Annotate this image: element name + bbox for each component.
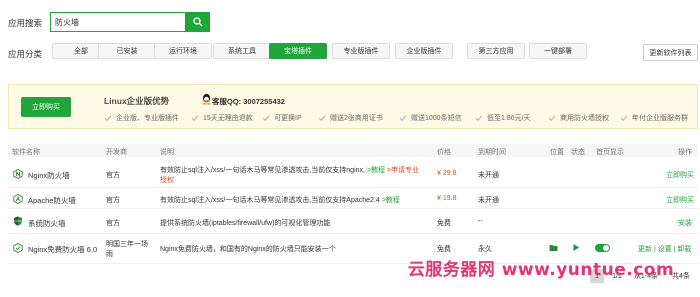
- feature-item: 年付企业版服务群: [620, 113, 688, 123]
- check-icon: [475, 115, 483, 121]
- folder-icon[interactable]: [549, 243, 558, 252]
- column-header-homepage: 首页显示: [596, 149, 624, 156]
- category-third-party[interactable]: 第三方应用: [467, 43, 525, 59]
- check-icon: [104, 115, 112, 121]
- plugin-description: 有效防止sql注入/xss/一句话木马等常见渗透攻击,当前仅支持Apache2.…: [160, 195, 400, 205]
- search-label: 应用搜索: [8, 18, 43, 28]
- tutorial-link[interactable]: >教程: [367, 167, 385, 174]
- feature-label: 低至1.86元/天: [487, 115, 531, 122]
- plugin-name: Apache防火墙: [28, 196, 76, 205]
- check-icon: [399, 115, 407, 121]
- plugin-developer-continued: 雨: [106, 251, 113, 258]
- description-text: 有效防止sql注入/xss/一句话木马等常见渗透攻击,当前仅支持Apache2.…: [160, 197, 380, 204]
- description-text: 有效防止sql注入/xss/一句话木马等常见渗透攻击,当前仅支持nginx,: [160, 167, 365, 174]
- category-one-click-deploy[interactable]: 一键部署: [529, 43, 587, 59]
- feature-label: 可更换IP: [274, 115, 302, 122]
- plugin-developer: 官方: [106, 197, 120, 204]
- search-icon: [193, 17, 203, 27]
- plugin-name: 系统防火墙: [28, 219, 66, 228]
- watermark-text: 云服务器网 www.yuntue.com: [407, 259, 675, 280]
- category-runtime[interactable]: 运行环境: [154, 43, 212, 59]
- plugin-expire: 未开通: [478, 197, 499, 204]
- plugin-expire: 未开通: [478, 172, 499, 179]
- apply-pro-link-continued[interactable]: 授权: [160, 175, 174, 185]
- category-installed[interactable]: 已安装: [98, 43, 156, 59]
- install-link[interactable]: 安装: [678, 218, 692, 228]
- nginx-free-firewall-icon: [13, 243, 23, 253]
- feature-label: 年付企业版服务群: [632, 115, 688, 122]
- search-button[interactable]: [186, 12, 210, 32]
- buy-now-link[interactable]: 立即购买: [666, 195, 694, 205]
- column-header-expire: 到期时间: [478, 149, 506, 156]
- category-system-tools[interactable]: 系统工具: [213, 43, 271, 59]
- plugin-developer: 官方: [106, 172, 120, 179]
- check-icon: [262, 115, 270, 121]
- play-icon[interactable]: [572, 243, 580, 252]
- banner-title: Linux企业版优势: [104, 96, 170, 106]
- plugin-expire: --: [478, 218, 483, 225]
- qq-icon: [202, 93, 211, 105]
- update-software-list-button[interactable]: 更新软件列表: [643, 44, 698, 61]
- plugin-description: Nginx免费防火墙，和国有的Nginx的防火墙只能安装一个: [160, 246, 336, 253]
- category-label: 应用分类: [8, 49, 43, 59]
- apply-pro-link[interactable]: >申请专业: [387, 167, 419, 174]
- check-icon: [318, 115, 326, 121]
- feature-item: 赠送2张商用证书: [318, 113, 383, 123]
- column-header-price: 价格: [437, 149, 451, 156]
- feature-label: 商用防火墙授权: [560, 115, 609, 122]
- column-header-developer: 开发商: [106, 149, 127, 156]
- plugin-name: Nginx防火墙: [28, 171, 70, 180]
- plugin-price: ¥ 19.8: [437, 195, 457, 202]
- feature-item: 低至1.86元/天: [475, 113, 531, 123]
- check-icon: [620, 115, 628, 121]
- search-input[interactable]: [51, 13, 185, 31]
- feature-label: 企业版、专业版插件: [116, 115, 179, 122]
- column-header-location: 位置: [550, 149, 564, 156]
- nginx-firewall-icon: [13, 169, 23, 179]
- category-enterprise-plugins[interactable]: 企业版插件: [395, 43, 453, 59]
- apache-firewall-icon: [13, 194, 23, 204]
- column-header-description: 说明: [160, 149, 174, 156]
- category-bt-plugins[interactable]: 宝塔插件: [269, 43, 327, 59]
- column-header-name: 软件名称: [12, 149, 40, 156]
- feature-label: 赠送1000条短信: [411, 115, 462, 122]
- feature-label: 15天无理由退款: [203, 115, 253, 122]
- buy-now-button[interactable]: 立即购买: [21, 97, 71, 117]
- shield-icon: [14, 216, 22, 226]
- plugin-price: 免费: [437, 220, 451, 227]
- feature-item: 商用防火墙授权: [548, 113, 609, 123]
- search-box: [50, 12, 186, 32]
- feature-item: 企业版、专业版插件: [104, 113, 179, 123]
- plugin-description: 提供系统防火墙(iptables/firewall/ufw)的可视化管理功能: [160, 220, 331, 227]
- plugin-description: 有效防止sql注入/xss/一句话木马等常见渗透攻击,当前仅支持nginx, >…: [160, 165, 419, 175]
- plugin-developer: 明国三年一场: [106, 241, 148, 248]
- feature-label: 赠送2张商用证书: [330, 115, 383, 122]
- homepage-display-toggle[interactable]: [595, 244, 610, 252]
- check-icon: [548, 115, 556, 121]
- plugin-developer: 官方: [106, 220, 120, 227]
- support-qq: 客服QQ: 3007255432: [212, 97, 285, 106]
- column-header-status: 状态: [571, 149, 585, 156]
- check-icon: [191, 115, 199, 121]
- plugin-price: ¥ 29.8: [437, 170, 457, 177]
- column-header-action: 操作: [678, 149, 692, 156]
- tutorial-link[interactable]: >教程: [382, 197, 400, 204]
- feature-item: 赠送1000条短信: [399, 113, 462, 123]
- category-pro-plugins[interactable]: 专业版插件: [332, 43, 390, 59]
- feature-item: 可更换IP: [262, 113, 302, 123]
- buy-now-link[interactable]: 立即购买: [666, 170, 694, 180]
- plugin-name: Nginx免费防火墙 6.0: [28, 245, 98, 254]
- feature-item: 15天无理由退款: [191, 113, 253, 123]
